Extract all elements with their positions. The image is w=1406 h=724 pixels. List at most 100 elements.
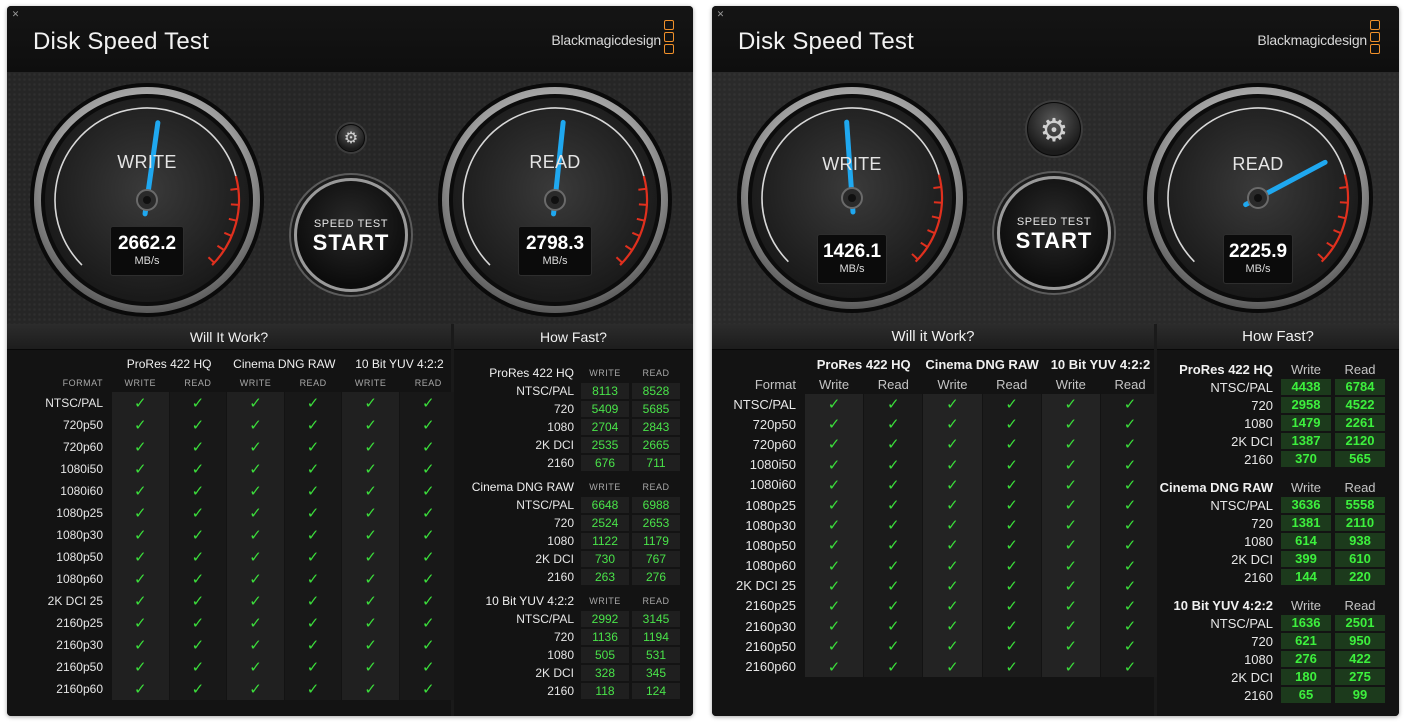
resolution-label: NTSC/PAL <box>516 612 574 626</box>
compatibility-check: ✓ <box>1041 636 1100 657</box>
read-subheader: Read <box>1114 376 1146 392</box>
compatibility-check: ✓ <box>227 634 284 656</box>
checkmark-icon: ✓ <box>1123 416 1137 434</box>
write-fps-value: 621 <box>1281 633 1331 649</box>
compatibility-check: ✓ <box>227 392 284 414</box>
resolution-label: NTSC/PAL <box>1210 497 1273 513</box>
compatibility-check: ✓ <box>112 612 169 634</box>
speed-row: NTSC/PAL 3636 5558 <box>1157 496 1399 514</box>
close-icon[interactable]: ✕ <box>10 9 21 20</box>
checkmark-icon: ✓ <box>1123 658 1137 676</box>
checkmark-icon: ✓ <box>364 417 377 434</box>
compatibility-check: ✓ <box>342 502 399 524</box>
checkmark-icon: ✓ <box>306 461 320 478</box>
write-fps-value: 65 <box>1281 687 1331 703</box>
resolution-label: 2160 <box>1244 687 1273 703</box>
read-fps-value: 2665 <box>632 437 680 453</box>
compatibility-check: ✓ <box>284 568 342 590</box>
checkmark-icon: ✓ <box>827 517 841 535</box>
write-gauge: WRITE 2662.2 MB/s <box>29 82 265 318</box>
format-label: 2160p30 <box>56 638 103 652</box>
read-fps-value: 4522 <box>1335 397 1385 413</box>
compatibility-check: ✓ <box>923 454 982 475</box>
write-fps-value: 328 <box>581 665 629 681</box>
checkmark-icon: ✓ <box>1064 557 1078 575</box>
compatibility-check: ✓ <box>1041 515 1100 536</box>
start-button-caption: SPEED TEST <box>1016 216 1092 228</box>
write-subheader: WRITE <box>589 596 621 606</box>
compatibility-check: ✓ <box>982 656 1041 677</box>
compatibility-check: ✓ <box>1100 555 1160 576</box>
resolution-label: 2K DCI <box>535 438 574 452</box>
compatibility-check: ✓ <box>112 546 169 568</box>
speed-test-start-button[interactable]: SPEED TEST START <box>294 178 408 292</box>
speed-row: 2K DCI 1387 2120 <box>1157 432 1399 450</box>
checkmark-icon: ✓ <box>421 395 435 412</box>
compatibility-check: ✓ <box>805 656 864 677</box>
will-it-work-panel: Will It Work? ProRes 422 HQ Cinema DNG RAW… <box>7 324 457 716</box>
close-icon[interactable]: ✕ <box>715 9 726 20</box>
checkmark-icon: ✓ <box>306 439 320 456</box>
settings-gear-button[interactable]: ⚙ <box>1027 102 1081 156</box>
checkmark-icon: ✓ <box>134 637 147 654</box>
format-label: 2160p30 <box>745 618 796 634</box>
table-corner <box>720 354 804 374</box>
speed-unit: MB/s <box>1245 263 1271 275</box>
compatibility-check: ✓ <box>1041 656 1100 677</box>
write-fps-value: 118 <box>581 683 629 699</box>
checkmark-icon: ✓ <box>1005 497 1018 515</box>
compatibility-check: ✓ <box>169 392 227 414</box>
compatibility-check: ✓ <box>864 394 923 415</box>
speed-group-header: ProRes 422 HQ Write Read <box>1157 360 1399 378</box>
checkmark-icon: ✓ <box>364 593 377 610</box>
checkmark-icon: ✓ <box>886 476 900 494</box>
codec-name: Cinema DNG RAW <box>1159 479 1273 495</box>
compatibility-check: ✓ <box>342 568 399 590</box>
format-label: 2K DCI 25 <box>736 578 796 594</box>
compatibility-check: ✓ <box>399 568 457 590</box>
compatibility-check: ✓ <box>923 414 982 435</box>
speed-group-header: Cinema DNG RAW Write Read <box>1157 478 1399 496</box>
checkmark-icon: ✓ <box>364 439 377 456</box>
compatibility-check: ✓ <box>805 616 864 637</box>
will-it-work-heading: Will it Work? <box>712 324 1154 350</box>
compatibility-check: ✓ <box>1041 555 1100 576</box>
resolution-label: 1080 <box>547 648 574 662</box>
write-fps-value: 8113 <box>581 383 629 399</box>
checkmark-icon: ✓ <box>134 417 147 434</box>
format-label: 2160p25 <box>56 616 103 630</box>
checkmark-icon: ✓ <box>886 517 900 535</box>
compatibility-check: ✓ <box>284 480 342 502</box>
resolution-label: 1080 <box>1244 651 1273 667</box>
checkmark-icon: ✓ <box>364 483 377 500</box>
checkmark-icon: ✓ <box>191 505 205 522</box>
checkmark-icon: ✓ <box>421 505 435 522</box>
compatibility-check: ✓ <box>1100 656 1160 677</box>
blackmagic-logo-icon <box>664 20 675 58</box>
checkmark-icon: ✓ <box>191 417 205 434</box>
checkmark-icon: ✓ <box>946 537 959 555</box>
checkmark-icon: ✓ <box>1123 436 1137 454</box>
checkmark-icon: ✓ <box>191 681 205 698</box>
read-fps-value: 99 <box>1335 687 1385 703</box>
speed-value: 2225.9 <box>1228 241 1288 262</box>
resolution-label: 1080 <box>547 534 574 548</box>
speed-test-start-button[interactable]: SPEED TEST START <box>997 176 1111 290</box>
gear-icon: ⚙ <box>343 130 359 147</box>
resolution-label: 720 <box>553 630 574 644</box>
speed-row: 1080 614 938 <box>1157 532 1399 550</box>
settings-gear-button[interactable]: ⚙ <box>337 124 365 152</box>
checkmark-icon: ✓ <box>886 436 900 454</box>
compatibility-check: ✓ <box>982 515 1041 536</box>
checkmark-icon: ✓ <box>946 517 959 535</box>
checkmark-icon: ✓ <box>827 456 841 474</box>
checkmark-icon: ✓ <box>364 461 377 478</box>
speed-row: 720 1136 1194 <box>454 628 693 646</box>
format-column-header: FORMAT <box>62 378 103 388</box>
compatibility-check: ✓ <box>923 515 982 536</box>
speed-group: ProRes 422 HQ Write Read NTSC/PAL 4438 6784 72… <box>1157 360 1399 468</box>
speed-row: 1080 1122 1179 <box>454 532 693 550</box>
read-fps-value: 5685 <box>632 401 680 417</box>
compatibility-check: ✓ <box>169 436 227 458</box>
checkmark-icon: ✓ <box>421 483 435 500</box>
